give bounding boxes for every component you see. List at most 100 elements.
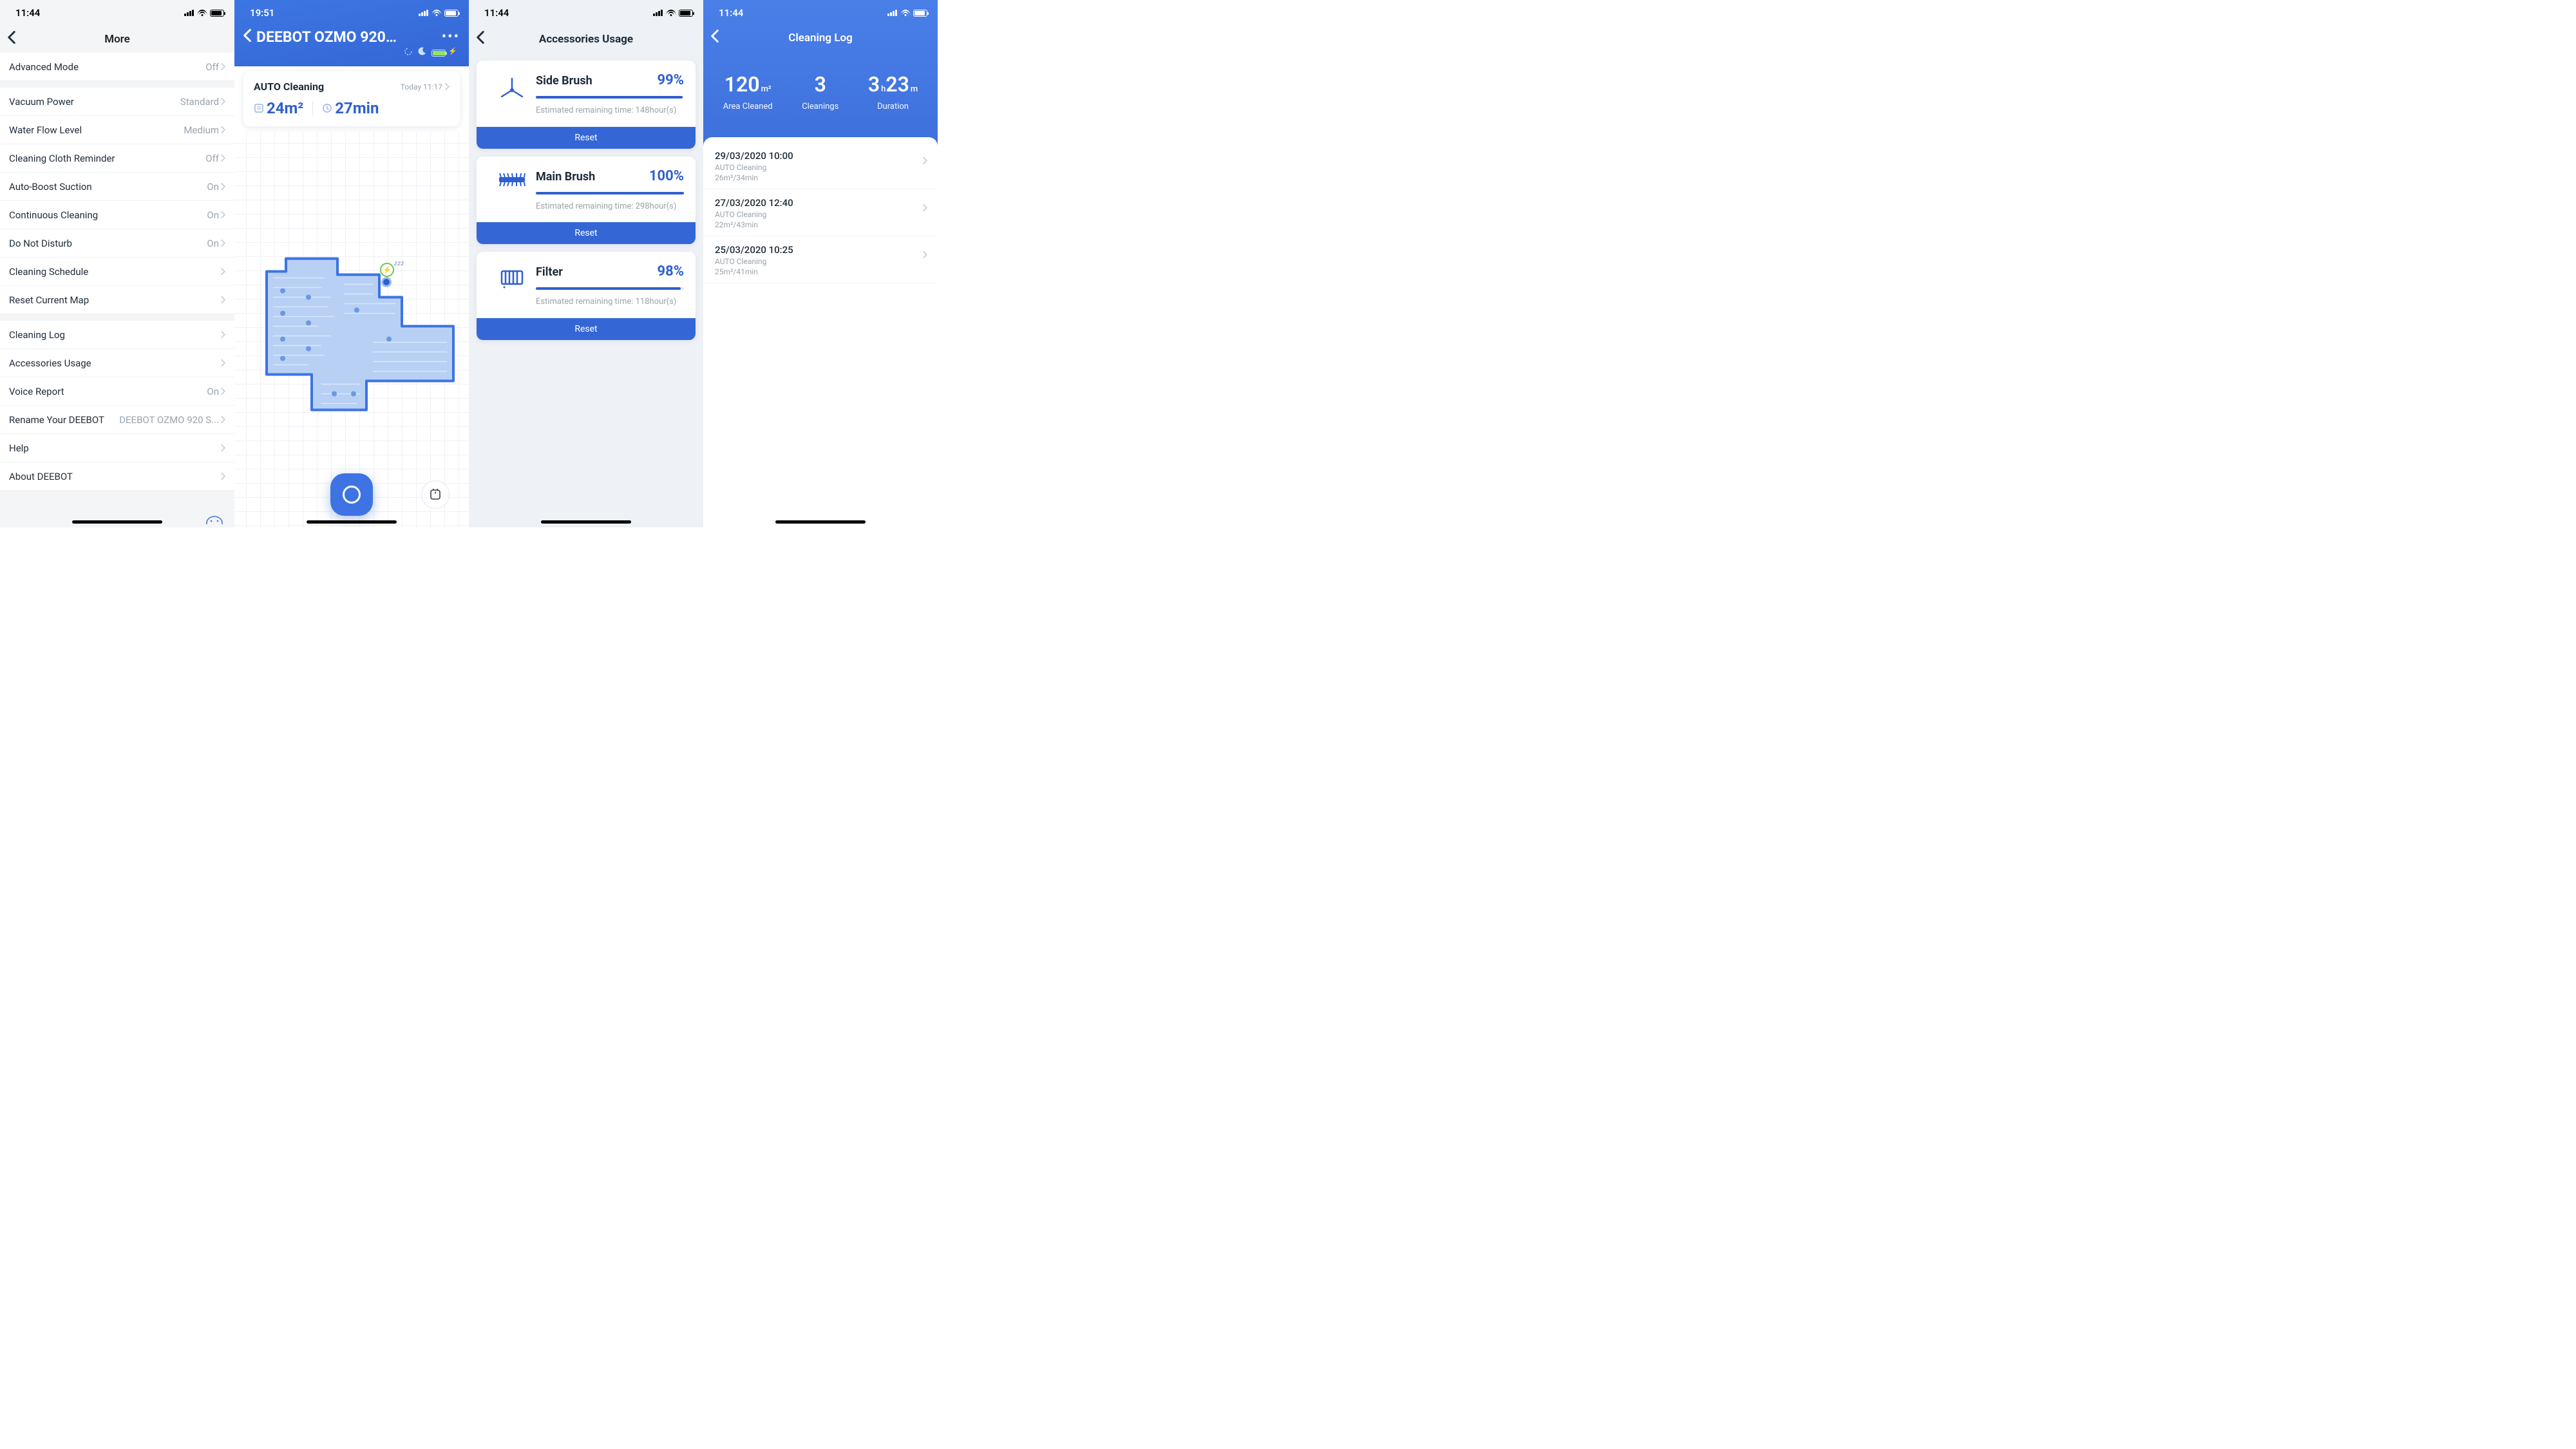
settings-row-label: Help — [9, 442, 29, 454]
usage-bar — [536, 192, 684, 194]
robot-peek-icon — [206, 514, 223, 527]
settings-row[interactable]: Cleaning Schedule — [0, 258, 234, 286]
settings-row[interactable]: Help — [0, 434, 234, 462]
settings-row-label: Do Not Disturb — [9, 238, 72, 249]
settings-row-label: Advanced Mode — [9, 61, 79, 73]
log-row[interactable]: 27/03/2020 12:40AUTO Cleaning22m²/43min — [703, 189, 938, 236]
reset-button[interactable]: Reset — [477, 318, 696, 340]
cellular-icon — [887, 10, 897, 16]
clock-icon — [322, 103, 332, 113]
settings-row-value: Medium — [184, 124, 225, 136]
settings-row[interactable]: Cleaning Cloth ReminderOff — [0, 144, 234, 173]
settings-row[interactable]: Accessories Usage — [0, 349, 234, 377]
log-row[interactable]: 25/03/2020 10:25AUTO Cleaning25m²/41min — [703, 236, 938, 283]
log-datetime: 29/03/2020 10:00 — [715, 150, 926, 162]
settings-row[interactable]: Do Not Disturb On — [0, 229, 234, 258]
summary-stats: 120m² Area Cleaned 3 Cleanings 3h23m Dur… — [703, 50, 938, 137]
settings-row-value: On — [207, 209, 225, 221]
usage-bar — [536, 287, 684, 290]
accessory-card: Main Brush100%Estimated remaining time: … — [477, 156, 696, 245]
settings-row-value — [221, 266, 225, 278]
device-title: DEEBOT OZMO 920… — [256, 28, 442, 46]
summary-duration: 3h23m Duration — [868, 72, 918, 111]
page-title: Cleaning Log — [788, 32, 853, 44]
back-button[interactable] — [711, 30, 719, 46]
home-indicator[interactable] — [775, 520, 866, 524]
settings-row[interactable]: Cleaning Log — [0, 321, 234, 349]
log-list: 29/03/2020 10:00AUTO Cleaning26m²/34min2… — [703, 137, 938, 527]
chevron-right-icon — [221, 414, 225, 426]
settings-row-value: Standard — [180, 96, 225, 108]
accessory-name: Side Brush — [536, 74, 592, 88]
page-title: More — [104, 33, 130, 46]
dnd-moon-icon — [418, 47, 426, 59]
wifi-icon — [900, 10, 910, 17]
settings-row[interactable]: Advanced Mode Off — [0, 53, 234, 81]
log-row[interactable]: 29/03/2020 10:00AUTO Cleaning26m²/34min — [703, 142, 938, 189]
robot-status-icons: ⚡ — [234, 46, 469, 62]
status-time: 11:44 — [15, 7, 40, 19]
home-indicator[interactable] — [541, 520, 631, 524]
settings-list: Advanced ModeOffVacuum PowerStandardWate… — [0, 53, 234, 491]
cleaning-summary-card[interactable]: AUTO Cleaning Today 11:17 24m² 27min — [243, 71, 460, 126]
map-area[interactable]: ⚡ z z z — [234, 131, 469, 527]
settings-row-label: Water Flow Level — [9, 124, 82, 136]
settings-row-value — [221, 357, 225, 369]
log-stats: 25m²/41min — [715, 267, 926, 276]
accessory-percent: 99% — [657, 72, 684, 88]
settings-row[interactable]: Vacuum PowerStandard — [0, 88, 234, 116]
log-mode: AUTO Cleaning — [715, 210, 926, 219]
settings-row[interactable]: About DEEBOT — [0, 462, 234, 491]
chevron-right-icon — [221, 266, 225, 278]
reset-button[interactable]: Reset — [477, 222, 696, 244]
status-time: 19:51 — [250, 7, 274, 19]
settings-row[interactable]: Rename Your DEEBOTDEEBOT OZMO 920 S... — [0, 406, 234, 434]
settings-row-label: Cleaning Schedule — [9, 266, 88, 278]
back-button[interactable] — [8, 31, 15, 48]
settings-row-value — [221, 471, 225, 482]
wifi-icon — [197, 10, 207, 17]
settings-row-label: About DEEBOT — [9, 471, 73, 482]
settings-row-value — [221, 329, 225, 341]
sleep-icon: z z z — [394, 260, 403, 267]
status-bar: 19:51 — [234, 0, 469, 26]
accessory-estimate: Estimated remaining time: 118hour(s) — [536, 296, 684, 308]
cellular-icon — [653, 10, 663, 16]
side-brush-icon — [488, 72, 536, 117]
floorplan-icon — [234, 131, 469, 527]
reset-button[interactable]: Reset — [477, 127, 696, 149]
settings-row[interactable]: Water Flow Level Medium — [0, 116, 234, 144]
robot-position-icon — [381, 277, 392, 287]
settings-row-value: DEEBOT OZMO 920 S... — [119, 414, 225, 426]
accessory-estimate: Estimated remaining time: 148hour(s) — [536, 105, 684, 117]
settings-row[interactable]: Voice ReportOn — [0, 377, 234, 406]
area-stat: 24m² — [254, 99, 303, 117]
status-bar: 11:44 — [0, 0, 234, 26]
log-mode: AUTO Cleaning — [715, 163, 926, 172]
settings-row-value: Off — [205, 61, 225, 73]
chevron-right-icon — [221, 61, 225, 73]
back-button[interactable] — [243, 29, 251, 46]
chevron-right-icon — [221, 386, 225, 397]
chevron-right-icon — [221, 124, 225, 136]
cellular-icon — [419, 10, 428, 16]
battery-icon — [444, 10, 459, 17]
wifi-icon — [666, 10, 676, 17]
home-indicator[interactable] — [307, 520, 397, 524]
status-bar: 11:44 — [703, 0, 938, 26]
settings-row-label: Accessories Usage — [9, 357, 91, 369]
settings-row-value: On — [207, 238, 225, 249]
return-dock-button[interactable] — [421, 480, 450, 509]
more-button[interactable]: ••• — [442, 29, 460, 45]
back-button[interactable] — [477, 31, 484, 48]
settings-row[interactable]: Auto-Boost SuctionOn — [0, 173, 234, 201]
chevron-right-icon — [923, 249, 927, 261]
settings-row[interactable]: Reset Current Map — [0, 286, 234, 314]
accessory-percent: 98% — [657, 263, 684, 279]
home-indicator[interactable] — [72, 520, 162, 524]
settings-row[interactable]: Continuous CleaningOn — [0, 201, 234, 229]
battery-icon — [913, 10, 927, 17]
start-clean-button[interactable] — [330, 473, 373, 516]
area-icon — [254, 103, 264, 113]
filter-icon — [488, 263, 536, 308]
